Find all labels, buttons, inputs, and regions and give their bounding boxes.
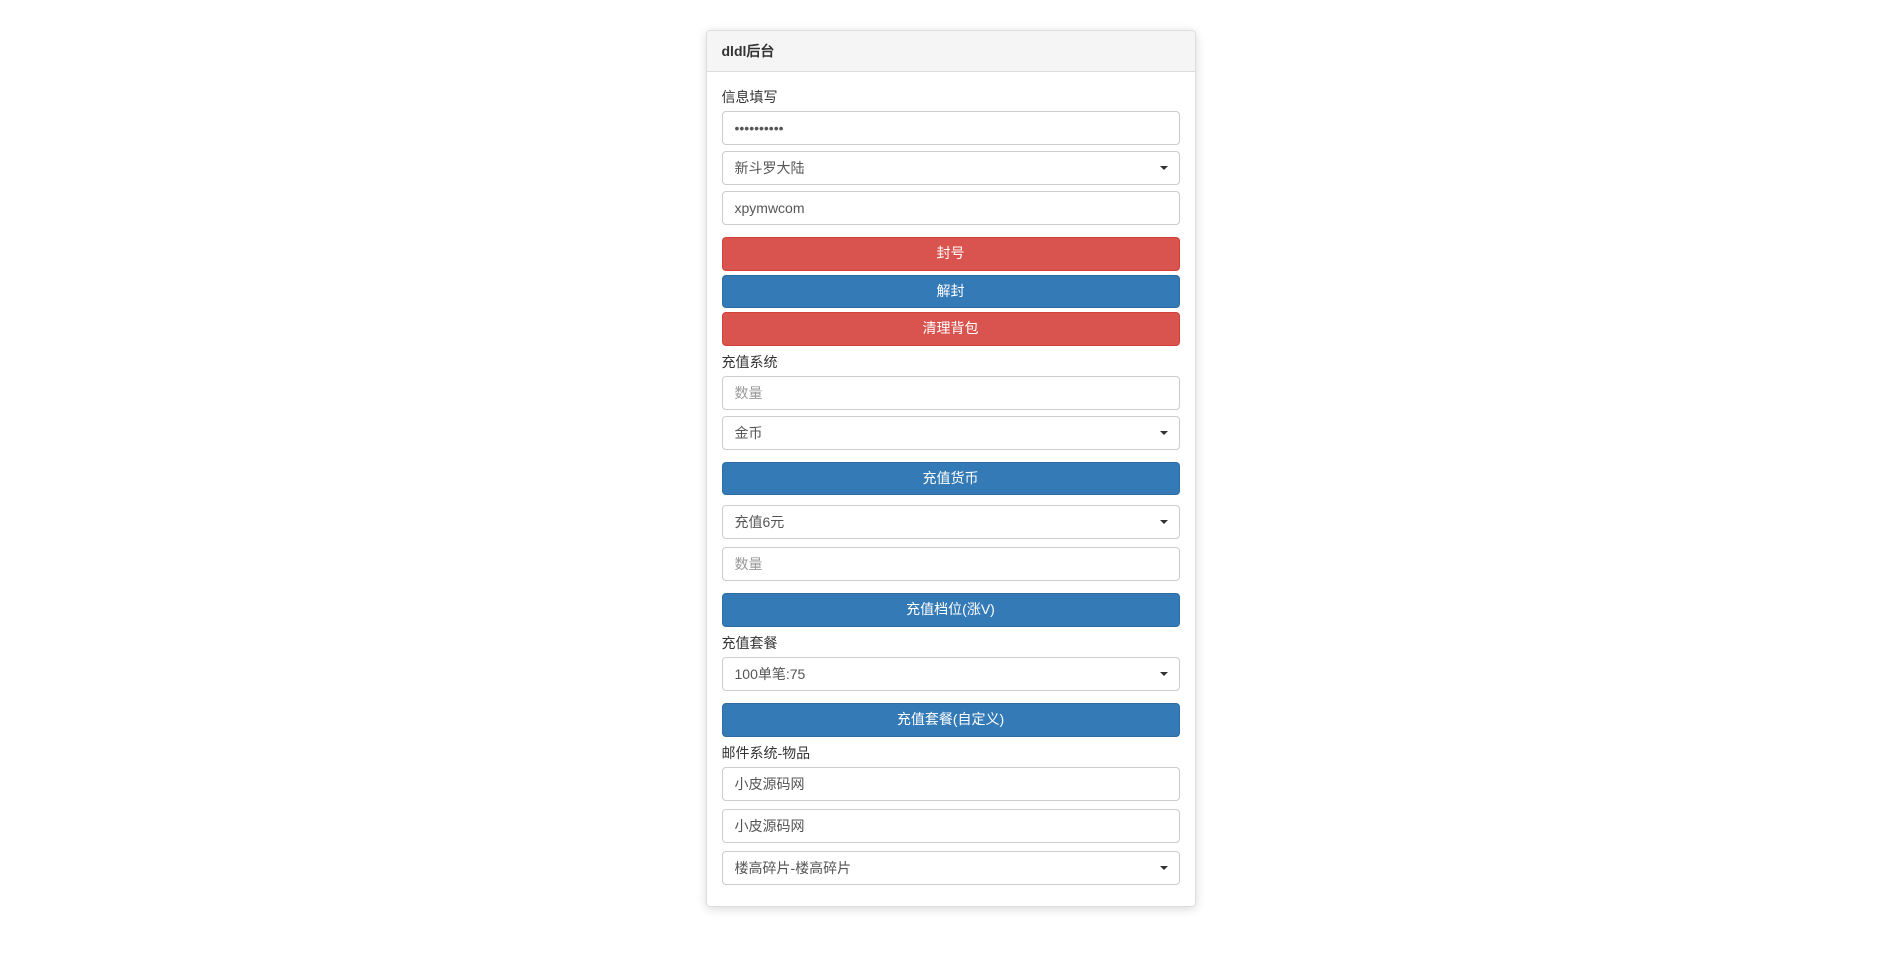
panel-title: dldl后台: [707, 31, 1195, 72]
mail-item-select[interactable]: 楼高碎片-楼高碎片: [722, 851, 1180, 885]
clear-bag-button[interactable]: 清理背包: [722, 312, 1180, 346]
package-section-label: 充值套餐: [722, 633, 1180, 653]
currency-select-value: 金币: [722, 416, 1180, 450]
package-select-value: 100单笔:75: [722, 657, 1180, 691]
server-select-value: 新斗罗大陆: [722, 151, 1180, 185]
info-section-label: 信息填写: [722, 87, 1180, 107]
account-input[interactable]: [722, 191, 1180, 225]
recharge-quantity-input[interactable]: [722, 376, 1180, 410]
recharge-package-button[interactable]: 充值套餐(自定义): [722, 703, 1180, 737]
currency-select[interactable]: 金币: [722, 416, 1180, 450]
ban-button[interactable]: 封号: [722, 237, 1180, 271]
recharge-section-label: 充值系统: [722, 352, 1180, 372]
password-input[interactable]: [722, 111, 1180, 145]
tier-quantity-input[interactable]: [722, 547, 1180, 581]
recharge-tier-button[interactable]: 充值档位(涨V): [722, 593, 1180, 627]
admin-panel: dldl后台 信息填写 新斗罗大陆 封号 解封 清理背包 充值系统 金币 充值货…: [706, 30, 1196, 907]
server-select[interactable]: 新斗罗大陆: [722, 151, 1180, 185]
mail-field2-input[interactable]: [722, 809, 1180, 843]
recharge-currency-button[interactable]: 充值货币: [722, 462, 1180, 496]
tier-select-value: 充值6元: [722, 505, 1180, 539]
panel-body: 信息填写 新斗罗大陆 封号 解封 清理背包 充值系统 金币 充值货币 充值6元 …: [707, 72, 1195, 906]
package-select[interactable]: 100单笔:75: [722, 657, 1180, 691]
mail-field1-input[interactable]: [722, 767, 1180, 801]
tier-select[interactable]: 充值6元: [722, 505, 1180, 539]
unban-button[interactable]: 解封: [722, 275, 1180, 309]
mail-item-select-value: 楼高碎片-楼高碎片: [722, 851, 1180, 885]
mail-section-label: 邮件系统-物品: [722, 743, 1180, 763]
